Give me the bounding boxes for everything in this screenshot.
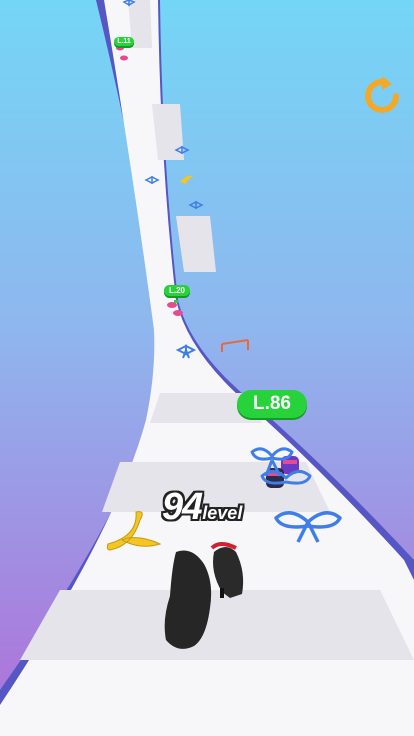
game-scene [0, 0, 414, 736]
enemy-level-badge: L.20 [164, 285, 190, 296]
player-level-number: 94 [162, 486, 203, 528]
player-level-label: level [202, 503, 243, 523]
enemy-level-badge: L.11 [114, 37, 134, 46]
restart-button[interactable] [362, 76, 402, 116]
restart-icon [365, 76, 399, 113]
enemy-level-badge: L.86 [237, 390, 307, 418]
player-level-counter: 94level [162, 486, 272, 530]
